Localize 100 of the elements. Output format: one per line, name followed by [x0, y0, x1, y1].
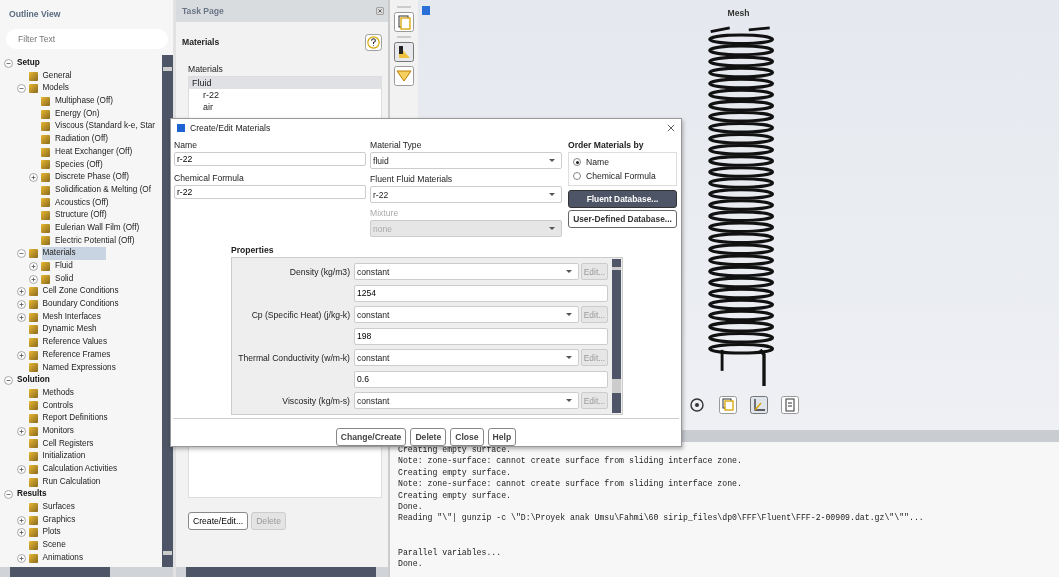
dialog-title: Create/Edit Materials: [190, 123, 272, 133]
name-field[interactable]: r-22: [174, 152, 366, 166]
field-label: Name: [174, 139, 198, 152]
expand-toggle-icon[interactable]: [16, 464, 26, 474]
tree-item[interactable]: Radiation (Off): [54, 133, 110, 146]
axes-icon[interactable]: [750, 396, 768, 414]
expand-toggle-icon[interactable]: [16, 287, 26, 297]
formula-field[interactable]: r-22: [174, 185, 366, 199]
scrollbar[interactable]: [0, 567, 173, 577]
copy-icon[interactable]: [394, 12, 414, 32]
tree-item[interactable]: Methods: [41, 386, 75, 400]
tree-item[interactable]: Report Definitions: [41, 412, 109, 425]
caret-icon: [566, 399, 572, 403]
property-value-field[interactable]: 1254: [354, 284, 608, 302]
expand-toggle-icon[interactable]: [29, 261, 38, 271]
tree-item[interactable]: Models: [41, 82, 70, 96]
tree-item[interactable]: Solid: [54, 272, 75, 286]
collapse-toggle-icon[interactable]: [4, 376, 13, 386]
tree-item[interactable]: Reference Values: [41, 336, 108, 349]
expand-toggle-icon[interactable]: [29, 274, 38, 284]
tree-item[interactable]: Heat Exchanger (Off): [54, 145, 134, 159]
tree-item[interactable]: Cell Registers: [41, 437, 95, 451]
tree-item[interactable]: Solution: [16, 374, 51, 387]
rotate-icon[interactable]: [688, 396, 706, 414]
tree-item[interactable]: Electric Potential (Off): [54, 234, 136, 248]
collapse-toggle-icon[interactable]: [4, 490, 13, 500]
tree-item[interactable]: Graphics: [41, 513, 77, 527]
method-dropdown[interactable]: constant: [354, 306, 579, 324]
filter-field[interactable]: Filter Text: [6, 29, 168, 49]
collapse-toggle-icon[interactable]: [16, 249, 26, 259]
tree-item[interactable]: Results: [16, 488, 48, 502]
expand-toggle-icon[interactable]: [16, 350, 26, 360]
tree-item[interactable]: Fluid: [54, 260, 74, 273]
tree-item[interactable]: Calculation Activities: [41, 463, 119, 476]
list-item[interactable]: r-22: [189, 89, 381, 101]
property-value-field[interactable]: 0.6: [354, 370, 608, 388]
tree-item[interactable]: Structure (Off): [54, 209, 108, 222]
property-value-field[interactable]: 198: [354, 327, 608, 345]
tree-item[interactable]: Mesh Interfaces: [41, 310, 102, 324]
radio-label[interactable]: Name: [586, 157, 609, 167]
tree-item[interactable]: Eulerian Wall Film (Off): [54, 221, 141, 235]
method-dropdown[interactable]: constant: [354, 263, 579, 281]
tree-item[interactable]: Animations: [41, 551, 84, 565]
tree-item[interactable]: Setup: [16, 57, 41, 70]
tree-item[interactable]: Monitors: [41, 424, 75, 438]
scrollbar[interactable]: [612, 259, 621, 413]
radio-label[interactable]: Chemical Formula: [586, 171, 656, 181]
tree-item[interactable]: Materials: [41, 247, 106, 260]
method-dropdown[interactable]: constant: [354, 349, 579, 367]
copy-icon[interactable]: [719, 396, 737, 414]
list-group-header[interactable]: Fluid: [189, 77, 381, 89]
scrollbar[interactable]: [176, 567, 388, 577]
tree-item[interactable]: Species (Off): [54, 158, 104, 172]
expand-toggle-icon[interactable]: [16, 515, 26, 525]
tree-item[interactable]: Scene: [41, 539, 67, 552]
caret-icon: [549, 159, 555, 162]
tree-item[interactable]: Multiphase (Off): [54, 95, 115, 108]
tree-item[interactable]: General: [41, 69, 73, 83]
close-icon[interactable]: [667, 124, 675, 132]
collapse-toggle-icon[interactable]: [16, 84, 26, 94]
help-icon[interactable]: [365, 33, 382, 51]
dialog-button[interactable]: Close: [450, 428, 484, 446]
page-icon[interactable]: [781, 396, 799, 414]
tree-item[interactable]: Discrete Phase (Off): [54, 171, 130, 184]
dropdown[interactable]: r-22: [370, 186, 562, 203]
dialog-button[interactable]: Help: [487, 428, 517, 446]
expand-toggle-icon[interactable]: [16, 299, 26, 309]
tree-item[interactable]: Named Expressions: [41, 361, 117, 375]
tree-item[interactable]: Plots: [41, 526, 62, 540]
tree-item[interactable]: Energy (On): [54, 107, 101, 121]
tree-item[interactable]: Surfaces: [41, 501, 76, 514]
expand-toggle-icon[interactable]: [16, 426, 26, 436]
tree-item[interactable]: Cell Zone Conditions: [41, 285, 120, 299]
database-button[interactable]: User-Defined Database...: [568, 210, 677, 228]
method-dropdown[interactable]: constant: [354, 392, 579, 410]
radio-button[interactable]: [573, 172, 581, 180]
task-button[interactable]: Create/Edit...: [188, 512, 249, 530]
tree-item[interactable]: Dynamic Mesh: [41, 323, 98, 337]
tree-item[interactable]: Controls: [41, 399, 74, 413]
tree-item[interactable]: Solidification & Melting (Of: [54, 183, 152, 197]
database-button[interactable]: Fluent Database...: [568, 190, 677, 208]
tree-item[interactable]: Boundary Conditions: [41, 298, 120, 311]
expand-toggle-icon[interactable]: [16, 553, 26, 563]
tree-item[interactable]: Viscous (Standard k-e, Star: [54, 120, 156, 134]
mesh-display-icon[interactable]: [394, 42, 414, 62]
tree-item[interactable]: Run Calculation: [41, 475, 102, 489]
tree-item[interactable]: Initialization: [41, 450, 87, 463]
dialog-button[interactable]: Delete: [410, 428, 447, 446]
radio-button[interactable]: [573, 158, 581, 166]
collapse-toggle-icon[interactable]: [4, 58, 13, 68]
list-item[interactable]: air: [189, 101, 381, 113]
expand-toggle-icon[interactable]: [16, 312, 26, 322]
tree-item[interactable]: Reference Frames: [41, 348, 112, 362]
expand-toggle-icon[interactable]: [29, 173, 38, 183]
dropdown[interactable]: fluid: [370, 152, 562, 169]
caret-icon: [549, 193, 555, 196]
tree-item[interactable]: Acoustics (Off): [54, 196, 110, 210]
expand-toggle-icon[interactable]: [16, 528, 26, 538]
dialog-button[interactable]: Change/Create: [335, 428, 407, 446]
close-icon[interactable]: [376, 7, 384, 15]
